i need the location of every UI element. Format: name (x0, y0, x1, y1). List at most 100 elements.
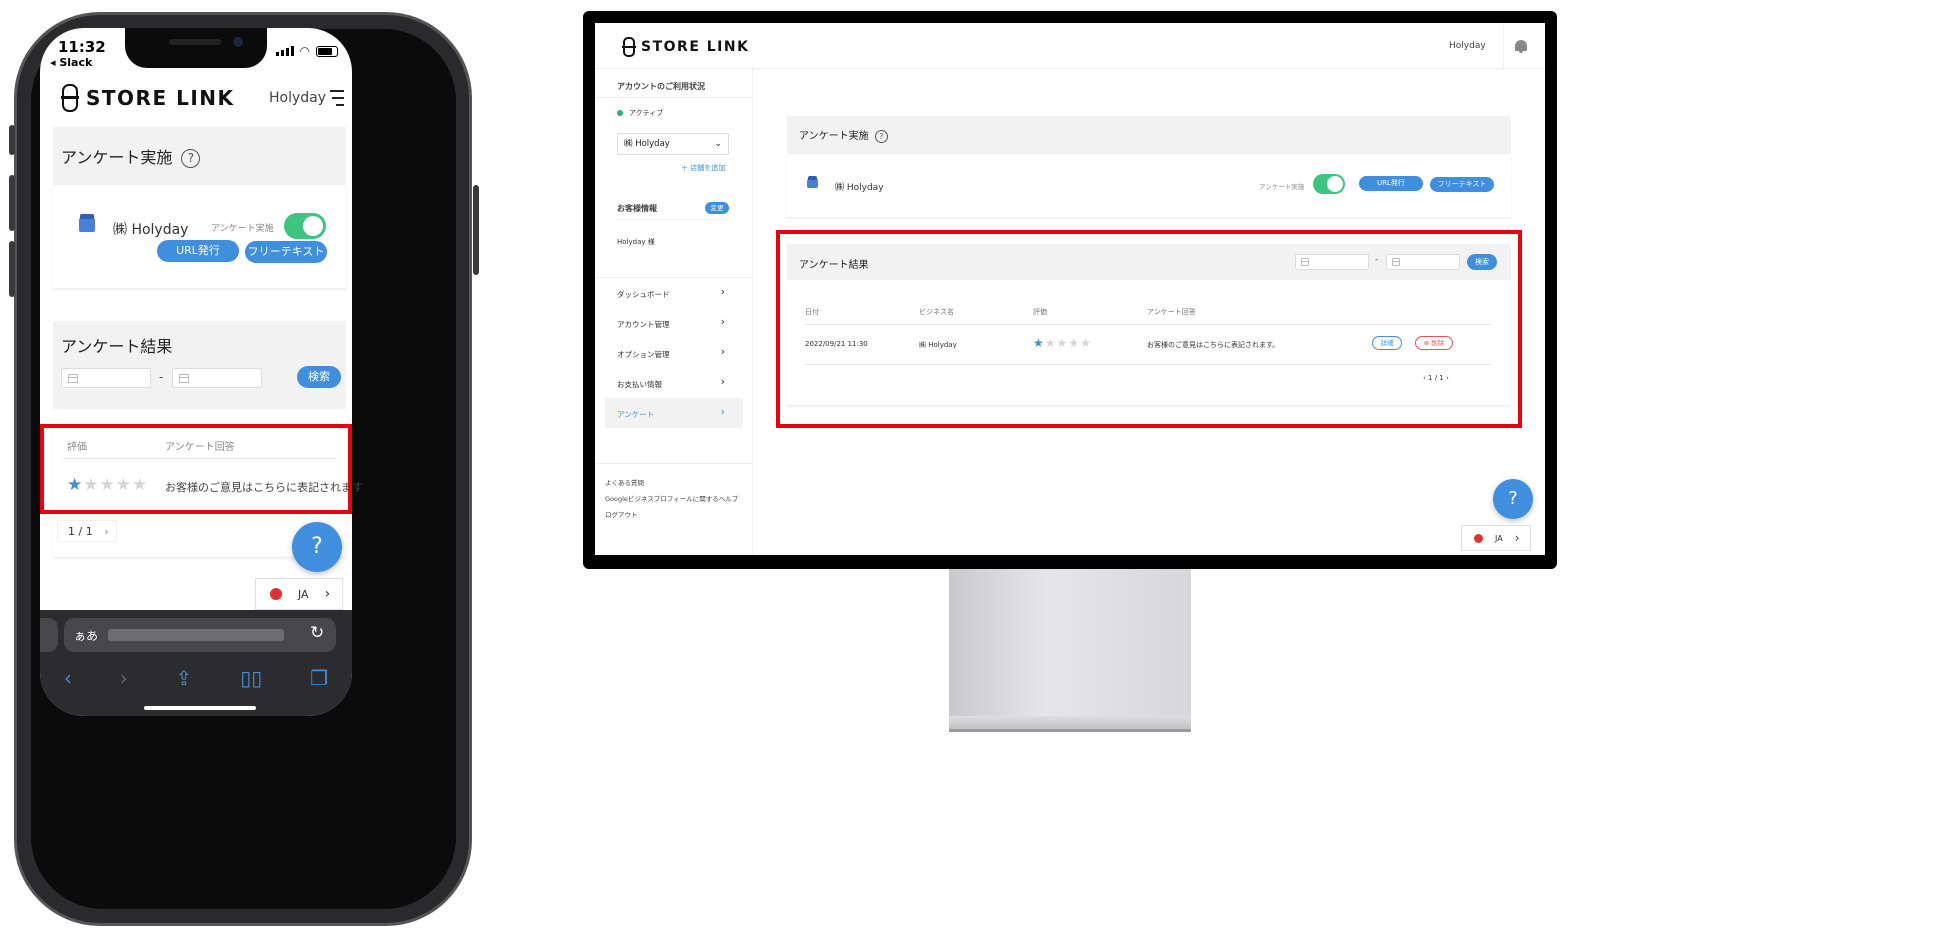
faq-link[interactable]: よくある質問 (605, 477, 644, 487)
back-icon[interactable]: ‹ (64, 666, 72, 690)
phone-volume-up (9, 175, 15, 231)
sidebar-item-label: アカウント管理 (617, 320, 670, 329)
safari-url (108, 629, 284, 641)
calendar-icon (68, 374, 78, 383)
header-user-name[interactable]: Holyday (1449, 41, 1486, 51)
business-name: ㈱ Holyday (113, 222, 189, 238)
share-icon[interactable]: ⇪ (176, 666, 193, 690)
tabs-icon[interactable]: ❐ (310, 666, 328, 690)
pagination[interactable]: 1 / 1 › (57, 520, 117, 542)
help-button[interactable]: ? (1493, 479, 1533, 519)
brand-name: STORE LINK (86, 86, 235, 110)
hamburger-menu-icon[interactable] (326, 90, 344, 111)
survey-card-title: アンケート実施 ? (799, 127, 888, 143)
results-card-header: アンケート結果 - 検索 (53, 321, 346, 409)
flag-icon (270, 588, 282, 600)
forward-icon[interactable]: › (120, 666, 128, 690)
home-indicator (144, 706, 256, 710)
business-select[interactable]: ㈱ Holyday ⌄ (617, 133, 729, 155)
sidebar-item-account[interactable]: アカウント管理 › (605, 308, 743, 338)
phone-silent-switch (9, 125, 15, 155)
sidebar-item-payment[interactable]: お支払い情報 › (605, 368, 743, 398)
survey-card-title-text: アンケート実施 (799, 131, 869, 142)
brand-logo-icon (61, 84, 79, 112)
customer-info-label: お客様情報 (617, 204, 657, 213)
url-issue-button[interactable]: URL発行 (1359, 176, 1423, 191)
end-date-input[interactable] (172, 368, 262, 388)
sidebar-item-dashboard[interactable]: ダッシュボード › (605, 278, 743, 308)
brand-logo[interactable]: STORE LINK (622, 37, 750, 57)
language-code: JA (1495, 533, 1503, 543)
bell-icon[interactable] (1515, 40, 1527, 53)
chevron-right-icon: › (720, 285, 725, 298)
survey-toggle-label: アンケート実施 (211, 224, 274, 234)
language-selector[interactable]: JA › (255, 578, 343, 610)
chevron-right-icon: › (720, 375, 725, 388)
sidebar-item-survey[interactable]: アンケート › (605, 398, 743, 428)
logout-link[interactable]: ログアウト (605, 509, 638, 519)
chevron-right-icon: › (720, 315, 725, 328)
brand-logo[interactable]: STORE LINK (61, 84, 235, 112)
free-text-button[interactable]: フリーテキスト (245, 241, 327, 263)
header-divider (1503, 23, 1504, 69)
phone-notch (125, 28, 267, 68)
gbp-help-link[interactable]: Googleビジネスプロフィールに関するヘルプ (605, 493, 738, 503)
search-button[interactable]: 検索 (297, 366, 341, 388)
free-text-button[interactable]: フリーテキスト (1430, 177, 1494, 192)
chevron-right-icon[interactable]: › (104, 525, 108, 538)
language-code: JA (298, 587, 309, 601)
brand-name: STORE LINK (641, 39, 750, 55)
business-icon (807, 176, 818, 188)
sidebar-divider (595, 97, 753, 98)
chevron-right-icon: › (324, 586, 331, 602)
safari-text-size-button[interactable]: ぁあ (74, 627, 98, 644)
safari-prev-tab[interactable] (40, 618, 58, 652)
bookmarks-icon[interactable]: ▯▯ (240, 666, 262, 690)
business-select-value: ㈱ Holyday (624, 139, 670, 149)
account-status: アクティブ (629, 109, 664, 117)
desktop-header: STORE LINK Holyday (595, 23, 1545, 69)
signal-icon (275, 46, 294, 56)
sidebar-item-label: お支払い情報 (617, 380, 662, 389)
help-button[interactable]: ? (292, 522, 342, 572)
sidebar-divider (617, 219, 729, 220)
status-icons: ◠ (275, 44, 338, 58)
highlight-box (40, 424, 352, 514)
results-card-title: アンケート結果 (61, 337, 173, 356)
chevron-right-icon: › (720, 345, 725, 358)
chevron-right-icon: › (720, 405, 725, 418)
survey-card-body: ㈱ Holyday アンケート実施 URL発行 フリーテキスト (53, 185, 346, 289)
language-selector[interactable]: JA › (1461, 525, 1531, 551)
survey-toggle[interactable] (284, 213, 326, 239)
add-shop-link[interactable]: ＋ 店舗を追加 (681, 163, 725, 173)
help-icon[interactable]: ? (181, 149, 201, 168)
date-range-separator: - (159, 370, 164, 384)
status-back-app[interactable]: ◂ Slack (50, 56, 92, 69)
chevron-down-icon: ⌄ (714, 139, 722, 149)
account-status-label: アカウントのご利用状況 (617, 82, 705, 91)
survey-card-title: アンケート実施 ? (61, 144, 201, 168)
safari-address-bar[interactable]: ぁあ ↻ (64, 618, 336, 652)
sidebar: アカウントのご利用状況 アクティブ ㈱ Holyday ⌄ ＋ 店舗を追加 お客… (595, 69, 753, 555)
start-date-input[interactable] (61, 368, 151, 388)
phone-volume-down (9, 241, 15, 297)
help-icon[interactable]: ? (874, 129, 888, 143)
header-user-name[interactable]: Holyday (269, 90, 326, 106)
safari-nav-bar: ‹ › ⇪ ▯▯ ❐ (40, 666, 352, 690)
monitor-stand (949, 569, 1191, 716)
highlight-box (776, 230, 1522, 428)
flag-icon (1474, 533, 1483, 543)
phone-header: STORE LINK Holyday (61, 80, 412, 120)
wifi-icon: ◠ (299, 44, 310, 58)
business-icon (79, 214, 95, 232)
reload-icon[interactable]: ↻ (310, 623, 324, 643)
survey-toggle[interactable] (1313, 174, 1345, 194)
brand-logo-icon (622, 37, 636, 57)
chevron-right-icon: › (1514, 531, 1520, 545)
survey-card-header: アンケート実施 ? (787, 116, 1511, 154)
sidebar-item-label: オプション管理 (617, 350, 670, 359)
monitor-stand-base (949, 716, 1191, 732)
change-button[interactable]: 変更 (705, 202, 729, 214)
sidebar-item-options[interactable]: オプション管理 › (605, 338, 743, 368)
url-issue-button[interactable]: URL発行 (157, 240, 239, 262)
